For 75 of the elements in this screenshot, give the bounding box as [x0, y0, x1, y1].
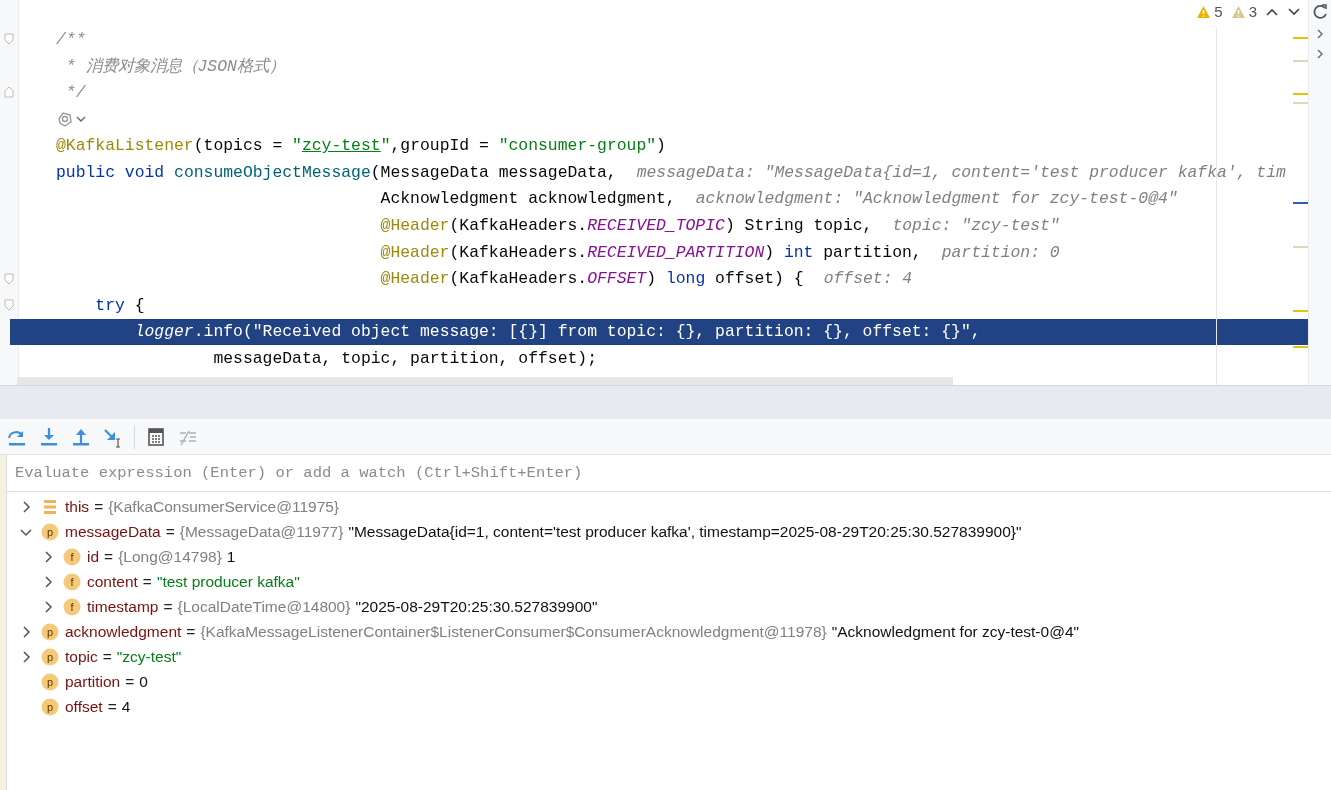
evaluate-button[interactable] — [145, 425, 167, 448]
warning-count[interactable]: 3 — [1248, 3, 1257, 20]
variable-name: timestamp — [87, 597, 159, 616]
variable-value: "MessageData{id=1, content='test producer kafka', timestamp=2025-08-29T20:25:30.527839900}" — [348, 522, 1022, 541]
inline-value-hint: partition: 0 — [941, 242, 1060, 262]
code-line: Acknowledgment acknowledgment, — [379, 189, 676, 209]
field-icon: f — [63, 597, 81, 616]
fold-icon[interactable] — [4, 299, 14, 312]
code-line: */ — [64, 83, 86, 102]
refresh-icon[interactable] — [1313, 4, 1327, 20]
variable-type: {MessageData@11977} — [179, 522, 344, 541]
equals-sign: = — [186, 622, 196, 641]
equals-sign: = — [165, 522, 175, 541]
variable-name: topic — [65, 647, 98, 666]
variable-name: content — [87, 572, 138, 591]
parameter-icon: p — [41, 647, 59, 666]
equals-sign: = — [94, 497, 104, 516]
variable-type: {Long@14798} — [118, 547, 222, 566]
warning-icon[interactable] — [1230, 4, 1246, 19]
variable-name: offset — [65, 697, 103, 716]
error-stripe-mark[interactable] — [1293, 202, 1309, 204]
code-line: @KafkaListener(topics = "zcy-test",groupId = "consumer-group") — [56, 136, 666, 156]
variable-value: 1 — [226, 547, 236, 566]
code-line: @Header(KafkaHeaders.OFFSET) long offset) { — [379, 269, 804, 289]
equals-sign: = — [104, 547, 114, 566]
fold-icon[interactable] — [4, 272, 14, 285]
code-line: /** — [56, 29, 86, 49]
warning-icon[interactable] — [1196, 4, 1212, 19]
chevron-right-icon[interactable] — [1315, 48, 1325, 60]
chevron-down-icon[interactable] — [76, 115, 86, 124]
inline-value-hint: offset: 4 — [823, 269, 913, 289]
chevron-up-icon[interactable] — [1265, 6, 1279, 17]
equals-sign: = — [102, 647, 112, 666]
variable-value: "Acknowledgment for zcy-test-0@4" — [831, 622, 1079, 641]
variable-name: this — [65, 497, 90, 516]
parameter-icon: p — [41, 697, 59, 716]
inline-value-hint: acknowledgment: "Acknowledgment for zcy-test-0@4" — [695, 189, 1178, 209]
variable-name: partition — [65, 672, 121, 691]
field-icon: f — [63, 547, 81, 566]
variable-value: "zcy-test" — [116, 647, 182, 666]
parameter-icon: p — [41, 672, 59, 691]
chevron-down-icon[interactable] — [1287, 6, 1301, 17]
variable-value: "test producer kafka" — [156, 572, 300, 591]
fold-icon[interactable] — [4, 33, 14, 46]
inline-value-hint: messageData: "MessageData{id=1, content='test producer kafka', tim — [636, 162, 1286, 182]
variable-value: 0 — [139, 672, 148, 691]
variable-name: acknowledgment — [65, 622, 182, 641]
code-line: @Header(KafkaHeaders.RECEIVED_TOPIC) String topic, — [379, 215, 873, 235]
horizontal-scrollbar[interactable] — [17, 377, 953, 385]
field-icon: f — [63, 572, 81, 591]
equals-sign: = — [107, 697, 117, 716]
code-line: messageData, topic, partition, offset); — [212, 348, 597, 368]
variable-name: id — [87, 547, 100, 566]
parameter-icon: p — [41, 522, 59, 541]
fold-icon[interactable] — [4, 86, 14, 99]
list-icon — [41, 497, 59, 516]
equals-sign: = — [142, 572, 152, 591]
code-line: logger.info("Received object message: [{}] from topic: {}, partition: {}, offset: {}", — [133, 322, 981, 342]
code-line: @Header(KafkaHeaders.RECEIVED_PARTITION) int partition, — [379, 242, 922, 262]
inline-value-hint: topic: "zcy-test" — [892, 215, 1060, 235]
parameter-icon: p — [41, 622, 59, 641]
code-line: try { — [94, 295, 145, 315]
variable-value: 4 — [121, 697, 131, 716]
variable-type: {KafkaConsumerService@11975} — [108, 497, 340, 516]
step-into-button[interactable] — [38, 425, 60, 448]
warning-count[interactable]: 5 — [1214, 3, 1223, 20]
code-line: * 消费对象消息（JSON格式） — [64, 55, 285, 77]
variable-value: "2025-08-29T20:25:30.527839900" — [355, 597, 598, 616]
equals-sign: = — [163, 597, 173, 616]
equals-sign: = — [125, 672, 135, 691]
chevron-right-icon[interactable] — [1315, 28, 1325, 40]
code-line: public void consumeObjectMessage(MessageData messageData, — [56, 162, 617, 182]
variable-type: {KafkaMessageListenerContainer$ListenerConsumer$ConsumerAcknowledgment@11978} — [200, 622, 827, 641]
variable-name: messageData — [65, 522, 161, 541]
variable-type: {LocalDateTime@14800} — [177, 597, 351, 616]
